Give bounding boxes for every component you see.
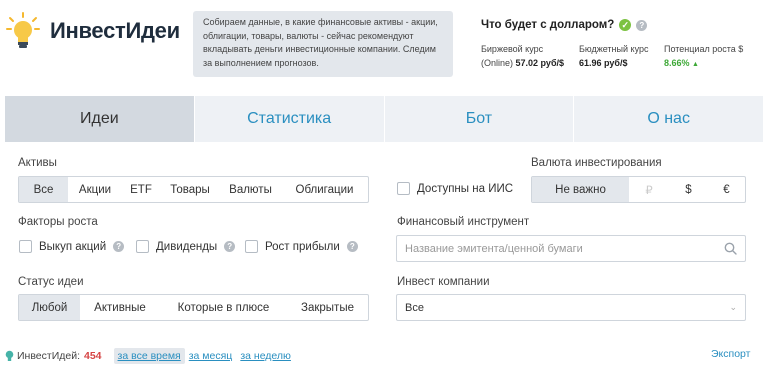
companies-select[interactable]: Все ⌄ [396,294,746,321]
help-icon[interactable]: ? [224,241,236,252]
lightbulb-icon [5,350,14,361]
dollar-title-text: Что будет с долларом? [481,19,615,31]
currency-option-usd[interactable]: $ [669,177,708,202]
period-month[interactable]: за месяц [189,350,233,362]
asset-option-all[interactable]: Все [19,177,68,202]
profit-growth-label: Рост прибыли [265,240,340,253]
currency-option-eur[interactable]: € [708,177,745,202]
lightbulb-logo-icon [6,12,40,48]
status-label: Статус идеи [18,276,84,288]
buyback-label: Выкуп акций [39,240,107,253]
exchange-rate: Биржевой курс (Online) 57.02 руб/$ [481,42,564,70]
dollar-forecast-title[interactable]: Что будет с долларом? ✓ ? [481,19,648,31]
tab-statistics[interactable]: Статистика [195,96,385,142]
export-area: Экспорт [711,348,750,360]
status-option-active[interactable]: Активные [80,295,160,320]
budget-rate-value: 61.96 руб/$ [579,58,628,68]
dividends-label: Дивиденды [156,240,218,253]
status-option-closed[interactable]: Закрытые [287,295,368,320]
asset-option-goods[interactable]: Товары [160,177,220,202]
info-description: Собираем данные, в какие финансовые акти… [193,11,453,77]
instrument-placeholder: Название эмитента/ценной бумаги [405,242,583,255]
growth-factors-label: Факторы роста [18,216,98,228]
help-icon[interactable]: ? [346,241,358,252]
assets-selector: Все Акции ETF Товары Валюты Облигации [18,176,369,203]
main-tabs: Идеи Статистика Бот О нас [5,96,763,142]
growth-potential: Потенциал роста $ 8.66% ▲ [664,42,743,72]
period-week[interactable]: за неделю [240,350,291,362]
checkbox-box[interactable] [19,240,32,253]
exchange-rate-value: 57.02 руб/$ [515,58,565,68]
ideas-summary: ИнвестИдей: 454 за все время за месяц за… [5,348,291,364]
help-icon[interactable]: ? [636,19,648,31]
status-option-profitable[interactable]: Которые в плюсе [160,295,287,320]
chevron-down-icon: ⌄ [729,302,737,312]
asset-option-currencies[interactable]: Валюты [220,177,281,202]
status-selector: Любой Активные Которые в плюсе Закрытые [18,294,369,321]
checkbox-box[interactable] [136,240,149,253]
search-icon[interactable] [724,242,737,255]
budget-rate: Бюджетный курс 61.96 руб/$ [579,42,648,70]
period-all-time[interactable]: за все время [113,348,185,364]
budget-rate-label: Бюджетный курс [579,44,649,54]
status-option-any[interactable]: Любой [19,295,80,320]
help-icon[interactable]: ? [113,241,125,252]
instrument-label: Финансовый инструмент [397,216,530,228]
brand-title[interactable]: ИнвестИдеи [50,18,180,44]
buyback-checkbox[interactable]: Выкуп акций ? [19,240,125,253]
companies-selected-value: Все [405,301,424,314]
tab-ideas[interactable]: Идеи [5,96,195,142]
checkbox-box[interactable] [397,182,410,195]
ideas-count-value: 454 [84,350,102,362]
asset-option-etf[interactable]: ETF [122,177,160,202]
asset-option-stocks[interactable]: Акции [68,177,122,202]
profit-growth-checkbox[interactable]: Рост прибыли ? [245,240,358,253]
instrument-search-input[interactable]: Название эмитента/ценной бумаги [396,235,746,262]
asset-option-bonds[interactable]: Облигации [281,177,368,202]
tab-about[interactable]: О нас [574,96,763,142]
assets-label: Активы [18,157,57,169]
currency-option-any[interactable]: Не важно [532,177,629,202]
growth-potential-label: Потенциал роста $ [664,44,744,54]
arrow-up-icon: ▲ [692,61,699,68]
exchange-rate-label: Биржевой курс [481,44,544,54]
check-icon: ✓ [619,19,632,31]
exchange-rate-sublabel: (Online) [481,58,514,68]
tab-bot[interactable]: Бот [385,96,575,142]
checkbox-box[interactable] [245,240,258,253]
ideas-count-label: ИнвестИдей: [17,350,80,362]
growth-potential-value: 8.66% [664,58,690,68]
currency-label: Валюта инвестирования [531,157,662,169]
companies-label: Инвест компании [397,276,490,288]
dividends-checkbox[interactable]: Дивиденды ? [136,240,236,253]
export-link[interactable]: Экспорт [711,348,750,360]
iis-label: Доступны на ИИС [417,182,514,195]
iis-checkbox[interactable]: Доступны на ИИС [397,182,513,195]
currency-selector: Не важно ₽ $ € [531,176,746,203]
currency-option-rub[interactable]: ₽ [629,177,669,202]
